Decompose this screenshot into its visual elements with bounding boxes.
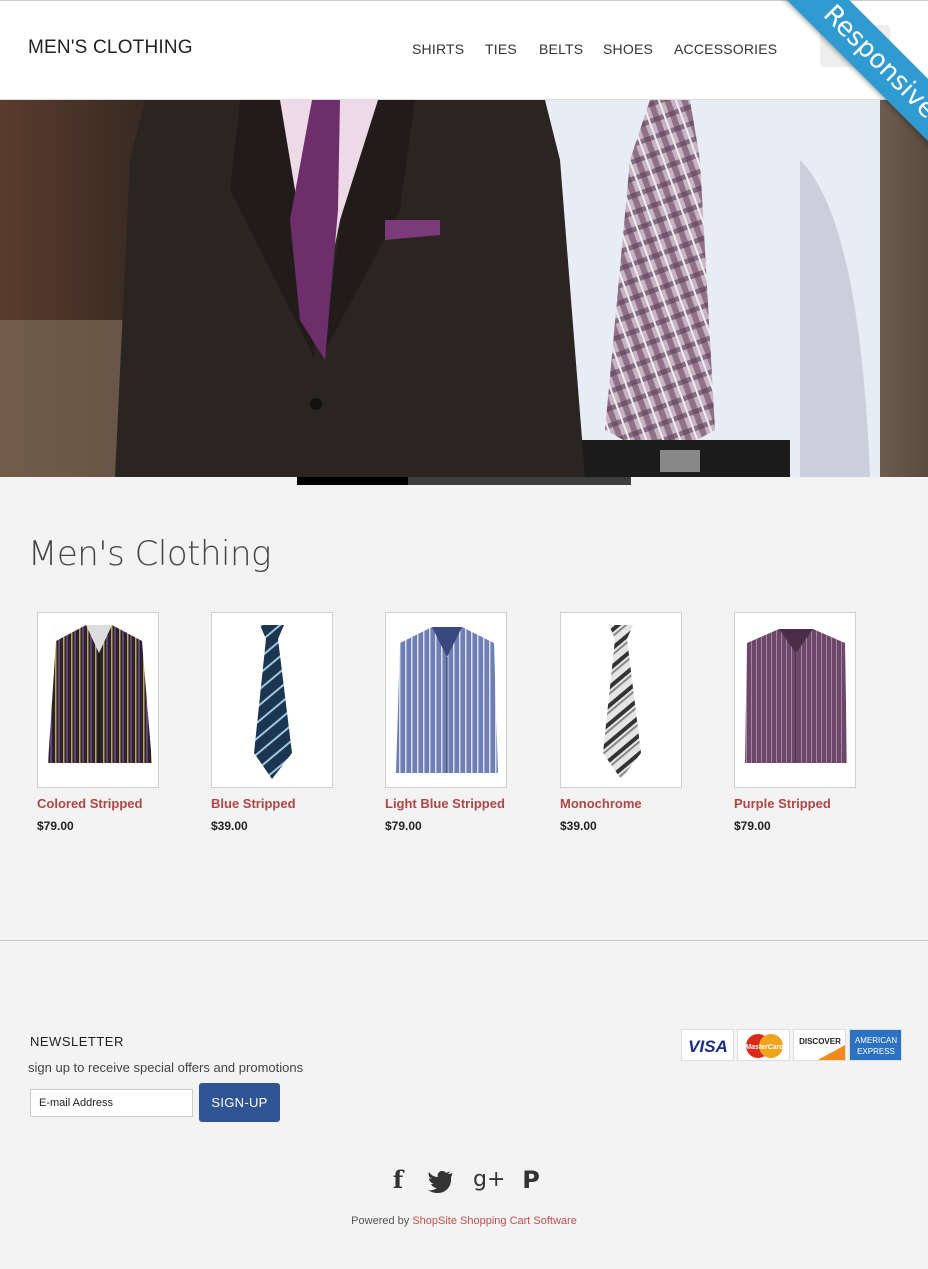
- nav-item-ties[interactable]: TIES: [485, 41, 517, 57]
- product-card[interactable]: Colored Stripped $79.00: [37, 612, 207, 833]
- shopsite-link[interactable]: ShopSite Shopping Cart Software: [412, 1215, 577, 1227]
- product-image[interactable]: [37, 612, 159, 788]
- product-image[interactable]: [385, 612, 507, 788]
- googleplus-icon[interactable]: g+: [473, 1166, 505, 1194]
- discover-label: DISCOVER: [799, 1037, 841, 1046]
- newsletter-subtitle: sign up to receive special offers and pr…: [28, 1060, 304, 1075]
- site-logo[interactable]: MEN'S CLOTHING: [28, 37, 193, 59]
- product-price: $39.00: [211, 819, 248, 833]
- product-image[interactable]: [211, 612, 333, 788]
- striped-tie-icon: [254, 625, 292, 779]
- responsive-ribbon: Responsive: [738, 0, 928, 190]
- product-card[interactable]: Purple Stripped $79.00: [734, 612, 904, 833]
- visa-label: VISA: [688, 1037, 728, 1056]
- facebook-icon[interactable]: f: [385, 1166, 411, 1194]
- product-card[interactable]: Monochrome $39.00: [560, 612, 730, 833]
- amex-label-1: AMERICAN: [855, 1036, 897, 1045]
- product-name[interactable]: Monochrome: [560, 796, 642, 811]
- product-card[interactable]: Blue Stripped $39.00: [211, 612, 381, 833]
- product-price: $79.00: [37, 819, 74, 833]
- signup-button[interactable]: SIGN-UP: [199, 1083, 280, 1122]
- product-name[interactable]: Light Blue Stripped: [385, 796, 505, 811]
- amex-label-2: EXPRESS: [857, 1047, 895, 1056]
- twitter-icon[interactable]: [428, 1166, 454, 1194]
- mastercard-label: MasterCard: [745, 1044, 784, 1051]
- ribbon-label: Responsive: [772, 0, 928, 170]
- product-price: $79.00: [734, 819, 771, 833]
- powered-by: Powered by ShopSite Shopping Cart Softwa…: [0, 1215, 928, 1227]
- hero-slider-track[interactable]: [297, 477, 631, 485]
- nav-item-shirts[interactable]: SHIRTS: [412, 41, 464, 57]
- nav-item-shoes[interactable]: SHOES: [603, 41, 653, 57]
- product-name[interactable]: Blue Stripped: [211, 796, 296, 811]
- striped-shirt-icon: [396, 627, 498, 773]
- nav-item-belts[interactable]: BELTS: [539, 41, 583, 57]
- product-name[interactable]: Purple Stripped: [734, 796, 831, 811]
- product-price: $39.00: [560, 819, 597, 833]
- product-name[interactable]: Colored Stripped: [37, 796, 142, 811]
- striped-shirt-icon: [48, 625, 152, 763]
- hero-slider-active[interactable]: [297, 477, 408, 485]
- amex-card-icon: AMERICAN EXPRESS: [849, 1029, 902, 1061]
- pinterest-icon[interactable]: P: [518, 1166, 544, 1194]
- newsletter-title: NEWSLETTER: [30, 1034, 124, 1049]
- visa-card-icon: VISA: [681, 1029, 734, 1061]
- powered-by-label: Powered by: [351, 1215, 410, 1227]
- product-image[interactable]: [560, 612, 682, 788]
- page-title: Men's Clothing: [28, 534, 271, 574]
- mastercard-card-icon: MasterCard: [737, 1029, 790, 1061]
- product-image[interactable]: [734, 612, 856, 788]
- footer-divider: [0, 940, 928, 941]
- product-card[interactable]: Light Blue Stripped $79.00: [385, 612, 555, 833]
- product-price: $79.00: [385, 819, 422, 833]
- discover-card-icon: DISCOVER: [793, 1029, 846, 1061]
- striped-tie-icon: [603, 625, 641, 779]
- email-field[interactable]: [30, 1089, 193, 1117]
- striped-shirt-icon: [745, 629, 847, 763]
